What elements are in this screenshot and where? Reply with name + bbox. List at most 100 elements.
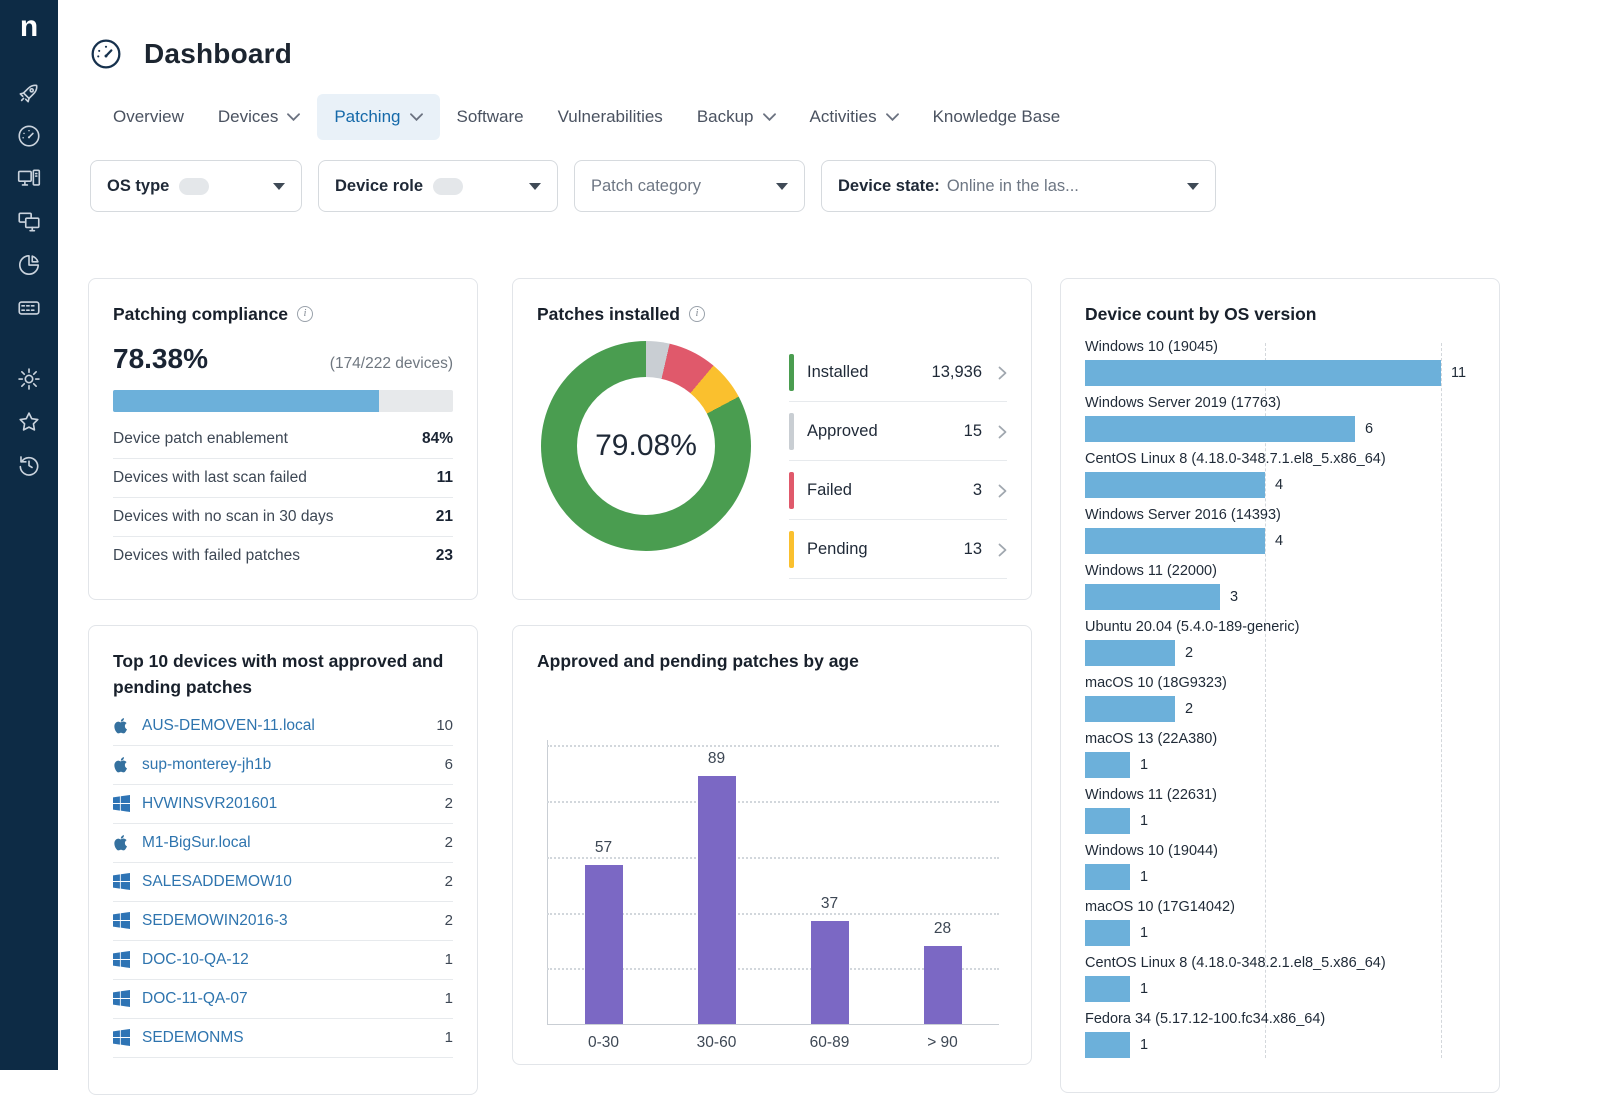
dashboard-icon[interactable] [16, 123, 42, 149]
os-bar[interactable] [1085, 584, 1220, 610]
page-header: Dashboard [90, 38, 1600, 70]
device-name-link[interactable]: SEDEMONMS [142, 1029, 244, 1047]
favorites-star-icon[interactable] [16, 409, 42, 435]
patch-category-filter[interactable]: Patch category [574, 160, 805, 212]
chevron-right-icon [998, 543, 1007, 557]
os-bar[interactable] [1085, 472, 1265, 498]
tab-devices[interactable]: Devices [201, 94, 317, 140]
device-role-filter[interactable]: Device role [318, 160, 558, 212]
device-name-link[interactable]: M1-BigSur.local [142, 834, 251, 852]
legend-row-approved[interactable]: Approved15 [789, 402, 1007, 461]
patches-legend: Installed13,936Approved15Failed3Pending1… [789, 343, 1007, 579]
tab-vulnerabilities[interactable]: Vulnerabilities [541, 94, 680, 140]
os-bar[interactable] [1085, 920, 1130, 946]
tab-activities[interactable]: Activities [793, 94, 916, 140]
os-row: Windows Server 2016 (14393)4 [1085, 507, 1475, 554]
legend-row-pending[interactable]: Pending13 [789, 520, 1007, 579]
device-name-link[interactable]: SEDEMOWIN2016-3 [142, 912, 288, 930]
caret-down-icon [776, 183, 788, 190]
age-bar-chart: 570-308930-603760-8928> 90 [537, 704, 1007, 1056]
legend-row-installed[interactable]: Installed13,936 [789, 343, 1007, 402]
os-bar[interactable] [1085, 1032, 1130, 1058]
reports-icon[interactable] [16, 252, 42, 278]
remote-screens-icon[interactable] [16, 209, 42, 235]
os-bar[interactable] [1085, 640, 1175, 666]
device-name-link[interactable]: DOC-10-QA-12 [142, 951, 249, 969]
devices-icon[interactable] [16, 166, 42, 192]
settings-gear-icon[interactable] [16, 366, 42, 392]
os-bar[interactable] [1085, 976, 1130, 1002]
os-label: CentOS Linux 8 (4.18.0-348.7.1.el8_5.x86… [1085, 451, 1475, 467]
info-icon[interactable]: i [689, 306, 705, 322]
device-name-link[interactable]: HVWINSVR201601 [142, 795, 277, 813]
device-patch-count: 1 [445, 1029, 453, 1046]
os-type-filter[interactable]: OS type [90, 160, 302, 212]
os-label: macOS 13 (22A380) [1085, 731, 1475, 747]
os-label: Ubuntu 20.04 (5.4.0-189-generic) [1085, 619, 1475, 635]
compliance-devices: (174/222 devices) [330, 355, 453, 373]
os-bar-chart: Windows 10 (19045)11Windows Server 2019 … [1085, 339, 1475, 1058]
os-barline: 4 [1085, 528, 1475, 554]
os-barline: 1 [1085, 752, 1475, 778]
compliance-stat-row: Devices with failed patches23 [113, 537, 453, 575]
os-barline: 2 [1085, 640, 1475, 666]
tab-backup[interactable]: Backup [680, 94, 793, 140]
os-barline: 1 [1085, 808, 1475, 834]
os-bar-value: 1 [1140, 869, 1148, 885]
app-logo[interactable]: n [20, 12, 38, 42]
sidebar: n [0, 0, 58, 1070]
device-row: HVWINSVR2016012 [113, 785, 453, 824]
os-bar-value: 1 [1140, 757, 1148, 773]
device-state-filter[interactable]: Device state: Online in the las... [821, 160, 1216, 212]
os-bar[interactable] [1085, 864, 1130, 890]
os-bar[interactable] [1085, 808, 1130, 834]
ticketing-icon[interactable] [16, 295, 42, 321]
device-name-link[interactable]: DOC-11-QA-07 [142, 990, 248, 1008]
os-bar-value: 2 [1185, 701, 1193, 717]
age-bar [924, 946, 962, 1024]
filter-count-pill [433, 178, 463, 195]
tab-patching[interactable]: Patching [317, 94, 439, 140]
device-row: M1-BigSur.local 2 [113, 824, 453, 863]
tab-software[interactable]: Software [440, 94, 541, 140]
os-row: Fedora 34 (5.17.12-100.fc34.x86_64) 1 [1085, 1011, 1475, 1058]
chart-gridline [547, 801, 999, 803]
device-patch-count: 1 [445, 990, 453, 1007]
caret-down-icon [1187, 183, 1199, 190]
os-bar[interactable] [1085, 360, 1441, 386]
os-row: macOS 13 (22A380) 1 [1085, 731, 1475, 778]
device-name-link[interactable]: AUS-DEMOVEN-11.local [142, 717, 315, 735]
chevron-down-icon [287, 113, 300, 121]
os-row: Windows 10 (19045)11 [1085, 339, 1475, 386]
legend-value: 13,936 [932, 363, 982, 382]
apple-icon [113, 834, 130, 851]
device-name-link[interactable]: sup-monterey-jh1b [142, 756, 271, 774]
os-barline: 1 [1085, 1032, 1475, 1058]
compliance-progress-bar [113, 390, 453, 412]
tab-knowledge-base[interactable]: Knowledge Base [916, 94, 1078, 140]
device-name-link[interactable]: SALESADDEMOW10 [142, 873, 292, 891]
stat-label: Devices with no scan in 30 days [113, 508, 334, 526]
os-bar[interactable] [1085, 528, 1265, 554]
tab-overview[interactable]: Overview [96, 94, 201, 140]
compliance-stat-row: Devices with last scan failed11 [113, 459, 453, 498]
device-patch-count: 2 [445, 834, 453, 851]
info-icon[interactable]: i [297, 306, 313, 322]
os-bar-value: 11 [1451, 365, 1466, 381]
windows-icon [113, 795, 130, 812]
compliance-stat-row: Devices with no scan in 30 days21 [113, 498, 453, 537]
os-bar[interactable] [1085, 416, 1355, 442]
legend-color-bar [789, 531, 794, 568]
os-barline: 1 [1085, 920, 1475, 946]
legend-row-failed[interactable]: Failed3 [789, 461, 1007, 520]
os-version-card: Device count by OS version Windows 10 (1… [1060, 278, 1500, 1093]
history-icon[interactable] [16, 452, 42, 478]
device-row: DOC-10-QA-121 [113, 941, 453, 980]
os-bar[interactable] [1085, 752, 1130, 778]
os-bar[interactable] [1085, 696, 1175, 722]
os-label: Fedora 34 (5.17.12-100.fc34.x86_64) [1085, 1011, 1475, 1027]
os-bar-value: 1 [1140, 1037, 1148, 1053]
device-patch-count: 10 [436, 717, 453, 734]
rocket-icon[interactable] [16, 80, 42, 106]
device-patch-count: 6 [445, 756, 453, 773]
